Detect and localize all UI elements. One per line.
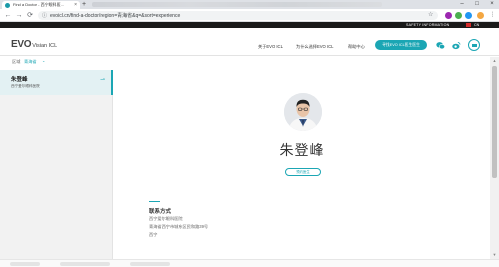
doctor-list-clinic: 西宁爱尔眼科医院 [11,84,40,88]
section-accent-divider [149,201,160,202]
region-filter-bar: 区域 青海省 ⌄ [0,57,499,68]
blurred-region [60,262,110,266]
blurred-region [10,262,40,266]
region-label: 区域 [12,59,21,64]
view-arrow-icon: ⇀ [100,77,106,83]
book-appointment-button[interactable]: 预约医生 [285,168,321,176]
profile-avatar-icon[interactable] [477,12,484,19]
browser-tab[interactable]: Find a Doctor - 西宁眼科医... × [2,1,80,9]
doctor-name-heading: 朱登峰 [279,142,325,158]
bookmark-star-icon[interactable]: ☆ [428,11,433,18]
find-doctor-button[interactable]: 寻找EVO ICL医生医生 [375,40,427,50]
doctor-list-sidebar: 朱登峰 西宁爱尔眼科医院 ⇀ [0,70,113,259]
contact-section-title: 联系方式 [149,209,172,215]
scrollbar-thumb[interactable] [492,66,497,178]
minimize-button[interactable]: – [455,0,469,9]
contact-address: 青海省西宁市城东区民和路39号 [149,224,209,229]
extension-icon[interactable] [465,12,472,19]
new-tab-button[interactable]: + [82,0,86,9]
nav-help[interactable]: 帮助中心 [348,44,365,50]
forward-button[interactable]: → [14,10,24,21]
evo-visian-logo[interactable]: EVO Visian ICL [11,39,57,50]
close-tab-icon[interactable]: × [74,2,77,8]
tab-title: Find a Doctor - 西宁眼科医... [13,2,64,7]
extension-icon[interactable] [455,12,462,19]
close-window-button[interactable]: × [485,0,499,9]
doctor-list-item[interactable]: 朱登峰 西宁爱尔眼科医院 ⇀ [0,70,113,95]
url-bar[interactable]: ⓘ evoicl.cn/find-a-doctor/region=青海省&q=&… [38,11,438,20]
weibo-icon[interactable] [452,41,461,50]
scroll-up-icon[interactable]: ▲ [490,57,499,65]
doctor-list-name: 朱登峰 [11,77,28,83]
doctor-photo [284,93,322,131]
browser-tab-bar: Find a Doctor - 西宁眼科医... × + – □ × [0,0,499,9]
logo-visian-text: Visian ICL [32,43,58,49]
site-info-icon[interactable]: ⓘ [42,12,47,19]
back-button[interactable]: ← [3,10,13,21]
site-favicon-icon [5,2,10,8]
browser-menu-icon[interactable]: ⋮ [489,12,496,19]
maximize-button[interactable]: □ [470,0,484,9]
blurred-region [130,262,170,266]
doctor-detail-panel: 朱登峰 预约医生 联系方式 西宁爱尔眼科医院 青海省西宁市城东区民和路39号 西… [114,70,490,259]
extension-icon[interactable] [445,12,452,19]
nav-about[interactable]: 关于EVO ICL [258,44,283,50]
site-header: EVO Visian ICL 关于EVO ICL 为什么选择EVO ICL 帮助… [0,28,499,56]
china-flag-icon [466,23,471,27]
bottom-strip [0,259,499,267]
address-toolbar: ← → ⟳ ⓘ evoicl.cn/find-a-doctor/region=青… [0,9,499,22]
wechat-icon[interactable] [436,41,445,50]
contact-city: 西宁 [149,232,158,237]
scroll-down-icon[interactable]: ▼ [490,251,499,259]
nav-why[interactable]: 为什么选择EVO ICL [296,44,333,50]
other-tabs [92,2,382,7]
hamburger-menu-button[interactable] [468,39,480,51]
chevron-down-icon[interactable]: ⌄ [42,58,45,63]
reload-button[interactable]: ⟳ [25,10,35,21]
logo-evo-text: EVO [11,39,32,50]
region-select[interactable]: 青海省 [24,59,37,65]
url-text: evoicl.cn/find-a-doctor/region=青海省&q=&so… [50,13,181,19]
contact-clinic: 西宁爱尔眼科医院 [149,216,183,221]
